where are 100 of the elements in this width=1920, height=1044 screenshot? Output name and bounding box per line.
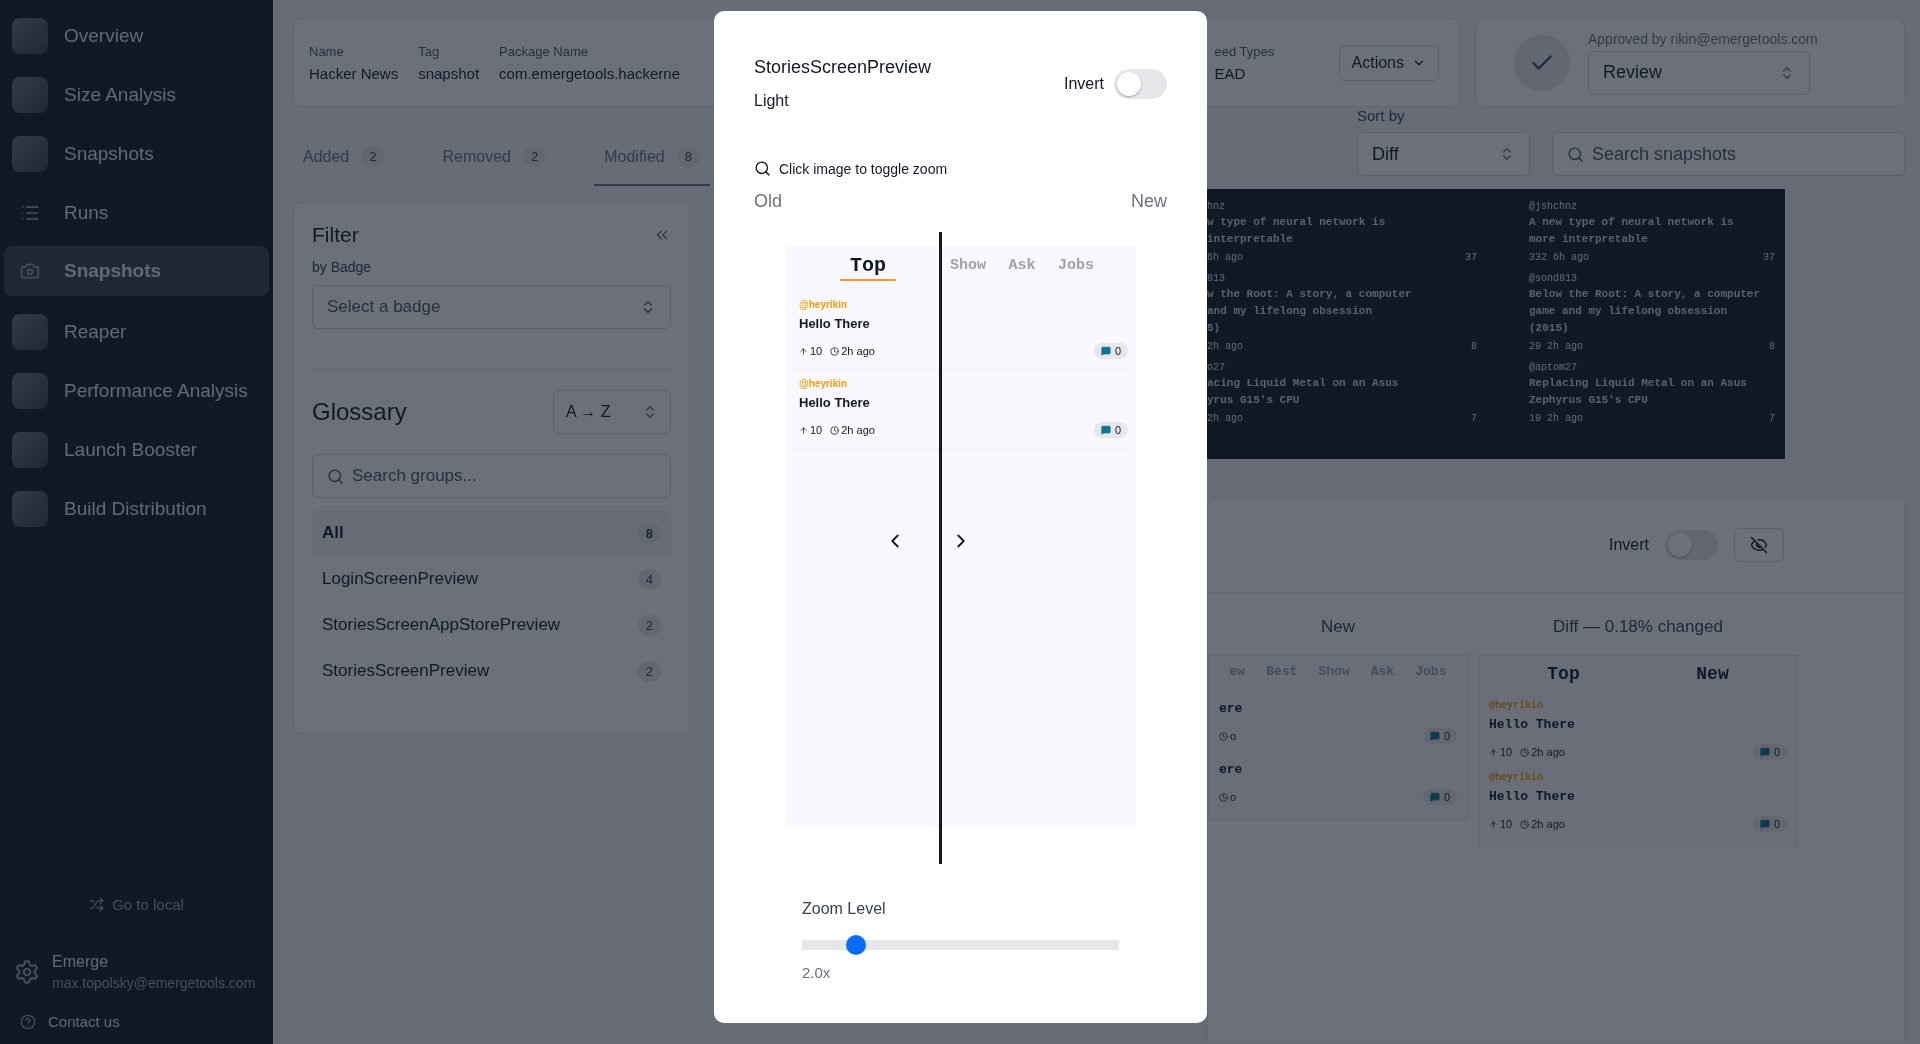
comment-count: 0 (1093, 422, 1128, 438)
clock-icon (830, 346, 840, 356)
tab-label: Show (949, 257, 987, 276)
eye-off-icon (1750, 536, 1768, 554)
badge-select[interactable]: Select a badge (312, 285, 671, 329)
story-author: @heyrikin (799, 378, 849, 389)
column-heading: Diff — 0.18% changed (1552, 617, 1724, 637)
dialog-title: StoriesScreenPreview (754, 57, 932, 78)
clock-icon (1520, 747, 1530, 757)
comment-icon (1429, 792, 1440, 802)
story-author: @aptom27 (1529, 362, 1578, 373)
tab-label: New (1696, 664, 1729, 684)
comment-count: 0 (1752, 816, 1787, 832)
field-value: EAD (1214, 64, 1247, 82)
story-time: 6h ago (1553, 252, 1590, 263)
comment-count: 0 (1422, 789, 1457, 805)
zoom-reading: 2.0x (802, 964, 832, 981)
sidebar-item[interactable]: Performance Analysis (4, 361, 269, 420)
slider-thumb[interactable] (845, 935, 866, 955)
story-title: Replacing Liquid Metal on an Asus (1529, 377, 1748, 390)
sidebar-item[interactable]: Size Analysis (4, 65, 269, 124)
field-label: Tag (418, 43, 441, 59)
order-select[interactable]: A → Z (553, 390, 671, 434)
story-author: @heyrikin (799, 299, 849, 310)
sidebar-item[interactable]: Launch Booster (4, 420, 269, 479)
count-badge: 8 (637, 522, 661, 544)
search-field[interactable]: Search snapshots (1552, 132, 1905, 176)
story-title: A new type of neural network is (1529, 216, 1735, 229)
sidebar-item[interactable]: Snapshots (4, 246, 269, 296)
story-time: 2h ago (1547, 341, 1584, 352)
story-time: 2h ago (1207, 341, 1243, 352)
badge-label: by Badge (312, 259, 373, 275)
story-time: 2h ago (1207, 413, 1243, 424)
comment-icon (1100, 425, 1111, 435)
app-icon (12, 135, 48, 172)
contact-us-link[interactable]: Contact us (4, 1013, 269, 1030)
field-label: Package Name (499, 43, 589, 59)
glossary-title: Glossary (312, 398, 407, 426)
sidebar-item[interactable]: Reaper (4, 302, 269, 361)
account-name: Emerge (52, 953, 110, 971)
zoom-label: Zoom Level (802, 900, 887, 918)
tab-label: Ask (1007, 257, 1037, 276)
settings-icon[interactable] (14, 959, 40, 985)
invert-toggle[interactable] (1665, 530, 1718, 560)
app-icon (12, 431, 48, 468)
tab-label: Jobs (1057, 257, 1095, 276)
filter-title: Filter (312, 223, 359, 247)
field-value: com.emergetools.hackerne (499, 64, 680, 82)
old-label: Old (754, 191, 782, 212)
zoom-hint: Click image to toggle zoom (779, 160, 948, 177)
story-time: 2h ago (1531, 746, 1565, 758)
sidebar-item[interactable]: Overview (4, 6, 269, 65)
story-time: 6h ago (1207, 252, 1243, 263)
story-title: interpretable (1207, 233, 1294, 246)
story-title: acing Liquid Metal on an Asus (1207, 377, 1400, 390)
story-author: @heyrikin (1489, 700, 1544, 711)
review-select[interactable]: Review (1588, 50, 1810, 95)
camera-icon (20, 261, 40, 281)
actions-button[interactable]: Actions (1338, 44, 1439, 81)
comment-count: 0 (1752, 744, 1787, 760)
field-label: Name (309, 43, 345, 59)
group-item[interactable]: StoriesScreenAppStorePreview 2 (312, 602, 671, 648)
invert-toggle[interactable] (1114, 69, 1167, 99)
sort-select[interactable]: Diff (1357, 132, 1530, 176)
clock-icon (1520, 819, 1530, 829)
story-author: @heyrikin (1489, 772, 1544, 783)
story-author: @jshchnz (1529, 201, 1578, 212)
hide-button[interactable] (1734, 528, 1784, 562)
column-heading: New (1320, 617, 1356, 637)
story-points: 29 (1529, 341, 1541, 352)
comment-count: 37 (1465, 252, 1477, 263)
field-value: snapshot (418, 64, 480, 82)
sidebar-item[interactable]: Snapshots (4, 124, 269, 183)
search-field[interactable]: Search groups... (312, 454, 671, 498)
comment-count: 37 (1763, 252, 1775, 263)
comment-icon (1429, 731, 1440, 741)
comment-count: 0 (1422, 728, 1457, 744)
story-points: 10 (810, 345, 823, 357)
dialog-subtitle: Light (754, 92, 790, 110)
comment-count: 8 (1769, 341, 1775, 352)
comment-icon (1100, 346, 1111, 356)
group-item[interactable]: StoriesScreenPreview 2 (312, 648, 671, 694)
story-points: 10 (810, 424, 823, 436)
group-item[interactable]: All 8 (312, 510, 671, 556)
upvote-icon (799, 425, 808, 435)
new-label: New (1131, 191, 1167, 212)
comment-icon (1759, 747, 1770, 757)
search-icon (1567, 145, 1584, 163)
group-item[interactable]: LoginScreenPreview 4 (312, 556, 671, 602)
screenshot-preview[interactable]: Top Show Ask Jobs @heyrikin Hello There 10 2h ago 0 @heyrikin Hello There 10 2h ago 0 (785, 246, 1136, 828)
story-title: yrus G15's CPU (1207, 394, 1301, 407)
search-icon (754, 160, 771, 177)
story-points: 19 (1529, 413, 1541, 424)
sidebar-item[interactable]: Build Distribution (4, 479, 269, 538)
upvote-icon (799, 346, 808, 356)
clock-icon (1219, 731, 1228, 741)
story-title: (2015) (1529, 322, 1570, 335)
sidebar-item[interactable]: Runs (4, 183, 269, 242)
story-points: 10 (1500, 746, 1513, 758)
count-badge: 8 (676, 146, 700, 167)
